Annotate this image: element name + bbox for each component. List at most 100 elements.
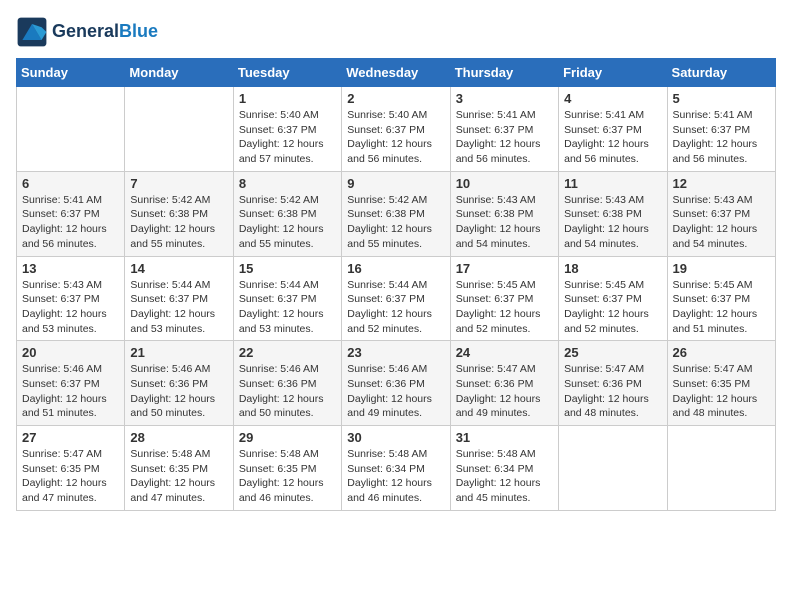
- calendar-cell: [559, 426, 667, 511]
- day-number: 30: [347, 430, 444, 445]
- cell-content: Sunrise: 5:40 AM Sunset: 6:37 PM Dayligh…: [239, 108, 336, 167]
- cell-content: Sunrise: 5:41 AM Sunset: 6:37 PM Dayligh…: [564, 108, 661, 167]
- calendar-cell: 8 Sunrise: 5:42 AM Sunset: 6:38 PM Daylig…: [233, 171, 341, 256]
- calendar-week-2: 6 Sunrise: 5:41 AM Sunset: 6:37 PM Daylig…: [17, 171, 776, 256]
- calendar-cell: 10 Sunrise: 5:43 AM Sunset: 6:38 PM Dayli…: [450, 171, 558, 256]
- calendar-cell: 2 Sunrise: 5:40 AM Sunset: 6:37 PM Daylig…: [342, 87, 450, 172]
- cell-content: Sunrise: 5:47 AM Sunset: 6:35 PM Dayligh…: [22, 447, 119, 506]
- cell-content: Sunrise: 5:46 AM Sunset: 6:37 PM Dayligh…: [22, 362, 119, 421]
- calendar-week-1: 1 Sunrise: 5:40 AM Sunset: 6:37 PM Daylig…: [17, 87, 776, 172]
- day-number: 8: [239, 176, 336, 191]
- cell-content: Sunrise: 5:43 AM Sunset: 6:37 PM Dayligh…: [22, 278, 119, 337]
- day-number: 1: [239, 91, 336, 106]
- day-number: 4: [564, 91, 661, 106]
- weekday-header-thursday: Thursday: [450, 59, 558, 87]
- calendar-cell: 14Sunrise: 5:44 AM Sunset: 6:37 PM Dayli…: [125, 256, 233, 341]
- day-number: 2: [347, 91, 444, 106]
- cell-content: Sunrise: 5:45 AM Sunset: 6:37 PM Dayligh…: [564, 278, 661, 337]
- cell-content: Sunrise: 5:46 AM Sunset: 6:36 PM Dayligh…: [239, 362, 336, 421]
- cell-content: Sunrise: 5:42 AM Sunset: 6:38 PM Dayligh…: [347, 193, 444, 252]
- logo-icon: [16, 16, 48, 48]
- cell-content: Sunrise: 5:43 AM Sunset: 6:38 PM Dayligh…: [456, 193, 553, 252]
- calendar-cell: 3Sunrise: 5:41 AM Sunset: 6:37 PM Daylig…: [450, 87, 558, 172]
- calendar-cell: 25Sunrise: 5:47 AM Sunset: 6:36 PM Dayli…: [559, 341, 667, 426]
- cell-content: Sunrise: 5:47 AM Sunset: 6:35 PM Dayligh…: [673, 362, 770, 421]
- calendar-cell: 24Sunrise: 5:47 AM Sunset: 6:36 PM Dayli…: [450, 341, 558, 426]
- day-number: 29: [239, 430, 336, 445]
- cell-content: Sunrise: 5:40 AM Sunset: 6:37 PM Dayligh…: [347, 108, 444, 167]
- calendar-cell: 13 Sunrise: 5:43 AM Sunset: 6:37 PM Dayli…: [17, 256, 125, 341]
- day-number: 13: [22, 261, 119, 276]
- weekday-header-sunday: Sunday: [17, 59, 125, 87]
- cell-content: Sunrise: 5:47 AM Sunset: 6:36 PM Dayligh…: [564, 362, 661, 421]
- calendar-week-4: 20 Sunrise: 5:46 AM Sunset: 6:37 PM Dayli…: [17, 341, 776, 426]
- cell-content: Sunrise: 5:42 AM Sunset: 6:38 PM Dayligh…: [130, 193, 227, 252]
- day-number: 10: [456, 176, 553, 191]
- day-number: 16: [347, 261, 444, 276]
- cell-content: Sunrise: 5:48 AM Sunset: 6:35 PM Dayligh…: [239, 447, 336, 506]
- calendar-cell: 15 Sunrise: 5:44 AM Sunset: 6:37 PM Dayli…: [233, 256, 341, 341]
- day-number: 18: [564, 261, 661, 276]
- calendar-cell: [17, 87, 125, 172]
- day-number: 27: [22, 430, 119, 445]
- calendar-cell: [667, 426, 775, 511]
- calendar-cell: 7 Sunrise: 5:42 AM Sunset: 6:38 PM Daylig…: [125, 171, 233, 256]
- day-number: 22: [239, 345, 336, 360]
- calendar-cell: 30 Sunrise: 5:48 AM Sunset: 6:34 PM Dayli…: [342, 426, 450, 511]
- weekday-header-wednesday: Wednesday: [342, 59, 450, 87]
- calendar-cell: 28Sunrise: 5:48 AM Sunset: 6:35 PM Dayli…: [125, 426, 233, 511]
- calendar-cell: 27 Sunrise: 5:47 AM Sunset: 6:35 PM Dayli…: [17, 426, 125, 511]
- day-number: 14: [130, 261, 227, 276]
- logo-text: GeneralBlue: [52, 22, 158, 42]
- calendar-table: SundayMondayTuesdayWednesdayThursdayFrid…: [16, 58, 776, 511]
- cell-content: Sunrise: 5:44 AM Sunset: 6:37 PM Dayligh…: [239, 278, 336, 337]
- calendar-cell: 11 Sunrise: 5:43 AM Sunset: 6:38 PM Dayli…: [559, 171, 667, 256]
- calendar-cell: 12 Sunrise: 5:43 AM Sunset: 6:37 PM Dayli…: [667, 171, 775, 256]
- cell-content: Sunrise: 5:46 AM Sunset: 6:36 PM Dayligh…: [347, 362, 444, 421]
- weekday-header-saturday: Saturday: [667, 59, 775, 87]
- cell-content: Sunrise: 5:48 AM Sunset: 6:34 PM Dayligh…: [347, 447, 444, 506]
- cell-content: Sunrise: 5:45 AM Sunset: 6:37 PM Dayligh…: [456, 278, 553, 337]
- calendar-cell: 20 Sunrise: 5:46 AM Sunset: 6:37 PM Dayli…: [17, 341, 125, 426]
- calendar-cell: 23Sunrise: 5:46 AM Sunset: 6:36 PM Dayli…: [342, 341, 450, 426]
- logo: GeneralBlue: [16, 16, 158, 48]
- cell-content: Sunrise: 5:43 AM Sunset: 6:37 PM Dayligh…: [673, 193, 770, 252]
- calendar-cell: 29 Sunrise: 5:48 AM Sunset: 6:35 PM Dayli…: [233, 426, 341, 511]
- cell-content: Sunrise: 5:41 AM Sunset: 6:37 PM Dayligh…: [673, 108, 770, 167]
- day-number: 15: [239, 261, 336, 276]
- calendar-cell: 22 Sunrise: 5:46 AM Sunset: 6:36 PM Dayli…: [233, 341, 341, 426]
- day-number: 20: [22, 345, 119, 360]
- calendar-week-3: 13 Sunrise: 5:43 AM Sunset: 6:37 PM Dayli…: [17, 256, 776, 341]
- cell-content: Sunrise: 5:46 AM Sunset: 6:36 PM Dayligh…: [130, 362, 227, 421]
- cell-content: Sunrise: 5:44 AM Sunset: 6:37 PM Dayligh…: [347, 278, 444, 337]
- day-number: 26: [673, 345, 770, 360]
- cell-content: Sunrise: 5:42 AM Sunset: 6:38 PM Dayligh…: [239, 193, 336, 252]
- calendar-cell: 31 Sunrise: 5:48 AM Sunset: 6:34 PM Dayli…: [450, 426, 558, 511]
- day-number: 7: [130, 176, 227, 191]
- day-number: 9: [347, 176, 444, 191]
- cell-content: Sunrise: 5:47 AM Sunset: 6:36 PM Dayligh…: [456, 362, 553, 421]
- calendar-cell: 6 Sunrise: 5:41 AM Sunset: 6:37 PM Daylig…: [17, 171, 125, 256]
- calendar-cell: 4 Sunrise: 5:41 AM Sunset: 6:37 PM Daylig…: [559, 87, 667, 172]
- calendar-cell: 1 Sunrise: 5:40 AM Sunset: 6:37 PM Daylig…: [233, 87, 341, 172]
- calendar-cell: 19Sunrise: 5:45 AM Sunset: 6:37 PM Dayli…: [667, 256, 775, 341]
- weekday-header-row: SundayMondayTuesdayWednesdayThursdayFrid…: [17, 59, 776, 87]
- page-header: GeneralBlue: [16, 16, 776, 48]
- day-number: 19: [673, 261, 770, 276]
- weekday-header-friday: Friday: [559, 59, 667, 87]
- calendar-cell: 17 Sunrise: 5:45 AM Sunset: 6:37 PM Dayli…: [450, 256, 558, 341]
- cell-content: Sunrise: 5:41 AM Sunset: 6:37 PM Dayligh…: [22, 193, 119, 252]
- day-number: 12: [673, 176, 770, 191]
- day-number: 31: [456, 430, 553, 445]
- day-number: 5: [673, 91, 770, 106]
- cell-content: Sunrise: 5:48 AM Sunset: 6:34 PM Dayligh…: [456, 447, 553, 506]
- day-number: 6: [22, 176, 119, 191]
- day-number: 17: [456, 261, 553, 276]
- calendar-cell: 16 Sunrise: 5:44 AM Sunset: 6:37 PM Dayli…: [342, 256, 450, 341]
- weekday-header-monday: Monday: [125, 59, 233, 87]
- cell-content: Sunrise: 5:48 AM Sunset: 6:35 PM Dayligh…: [130, 447, 227, 506]
- calendar-cell: 9 Sunrise: 5:42 AM Sunset: 6:38 PM Daylig…: [342, 171, 450, 256]
- day-number: 11: [564, 176, 661, 191]
- calendar-cell: 5 Sunrise: 5:41 AM Sunset: 6:37 PM Daylig…: [667, 87, 775, 172]
- cell-content: Sunrise: 5:43 AM Sunset: 6:38 PM Dayligh…: [564, 193, 661, 252]
